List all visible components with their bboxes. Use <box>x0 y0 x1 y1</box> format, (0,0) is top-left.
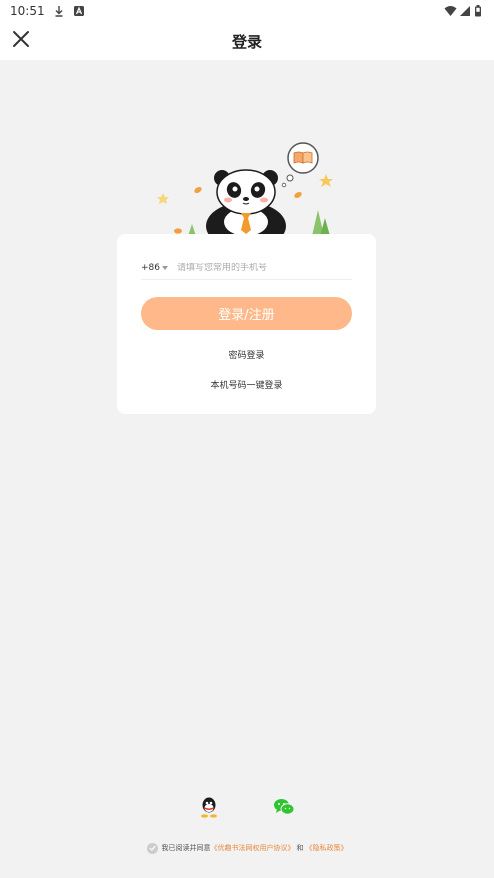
one-click-login-link[interactable]: 本机号码一键登录 <box>117 378 376 391</box>
qq-icon <box>199 796 219 822</box>
notification-a-icon <box>73 5 85 17</box>
status-time: 10:51 <box>10 4 45 18</box>
wifi-icon <box>444 5 457 17</box>
close-icon <box>12 30 30 52</box>
chevron-down-icon[interactable] <box>162 265 168 270</box>
user-agreement-link[interactable]: 《优趣书法网权用户协议》 <box>211 843 295 853</box>
signal-icon <box>459 5 471 17</box>
qq-login-button[interactable] <box>198 796 220 822</box>
phone-input[interactable] <box>177 262 327 273</box>
title-bar: 登录 <box>0 22 494 60</box>
panda-illustration <box>150 138 350 250</box>
country-code-selector[interactable]: +86 <box>141 263 160 273</box>
page-title: 登录 <box>231 32 262 51</box>
download-icon <box>53 5 65 17</box>
password-login-link[interactable]: 密码登录 <box>117 348 376 361</box>
agreement-row: 我已阅读并同意 《优趣书法网权用户协议》 和 《隐私政策》 <box>0 840 494 856</box>
status-right <box>444 5 486 17</box>
wechat-login-button[interactable] <box>273 798 295 820</box>
agreement-checkbox[interactable] <box>146 842 158 854</box>
status-left: 10:51 <box>10 4 85 18</box>
status-bar: 10:51 <box>0 0 494 22</box>
login-register-button[interactable]: 登录/注册 <box>141 297 352 330</box>
privacy-policy-link[interactable]: 《隐私政策》 <box>306 843 348 853</box>
battery-icon <box>474 5 486 17</box>
login-card: +86 登录/注册 密码登录 本机号码一键登录 <box>117 234 376 414</box>
agreement-prefix: 我已阅读并同意 <box>161 844 211 852</box>
phone-row: +86 <box>141 256 352 280</box>
close-button[interactable] <box>10 30 32 52</box>
wechat-icon <box>273 797 295 821</box>
agreement-conjunction: 和 <box>296 844 304 852</box>
